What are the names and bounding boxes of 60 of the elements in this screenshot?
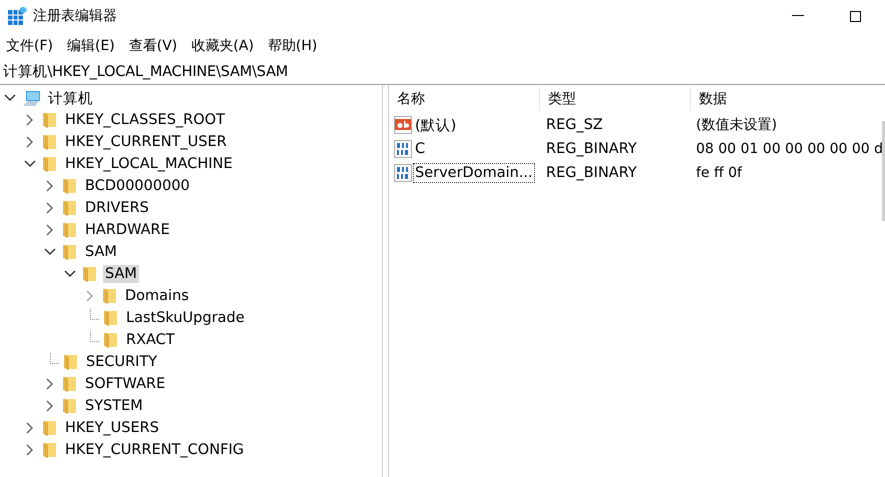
table-cell-text: REG_BINARY	[545, 141, 638, 157]
column-header[interactable]: 名称	[389, 87, 540, 111]
table-cell-text: REG_BINARY	[545, 165, 638, 181]
tree-item[interactable]: HKEY_CLASSES_ROOT	[0, 109, 382, 131]
folder-icon	[82, 266, 98, 282]
folder-icon	[63, 354, 79, 370]
folder-icon	[103, 310, 119, 326]
window-title: 注册表编辑器	[33, 7, 117, 25]
table-cell-text: 08 00 01 00 00 00 00 00 d	[695, 141, 884, 157]
table-cell-text: fe ff 0f	[695, 165, 742, 181]
tree-item[interactable]: SAM	[0, 241, 382, 263]
scrollbar[interactable]	[882, 121, 885, 221]
string-value-icon	[394, 116, 412, 134]
folder-icon	[103, 332, 119, 348]
tree-item[interactable]: HARDWARE	[0, 219, 382, 241]
registry-editor-icon	[8, 6, 27, 26]
folder-icon	[62, 398, 78, 414]
tree-item[interactable]: HKEY_CURRENT_CONFIG	[0, 439, 382, 461]
menu-item[interactable]: 查看(V)	[128, 37, 178, 55]
tree-item[interactable]: BCD00000000	[0, 175, 382, 197]
tree-item[interactable]: DRIVERS	[0, 197, 382, 219]
column-header[interactable]: 类型	[540, 87, 691, 111]
folder-icon	[42, 420, 58, 436]
table-cell-text: REG_SZ	[545, 117, 604, 133]
value-name[interactable]: (默认)	[413, 114, 458, 136]
folder-icon	[102, 288, 118, 304]
folder-icon	[42, 442, 58, 458]
menu-item[interactable]: 编辑(E)	[66, 37, 115, 55]
binary-value-icon	[394, 140, 412, 158]
tree-item[interactable]: RXACT	[0, 329, 382, 351]
column-header[interactable]: 数据	[691, 87, 841, 111]
tree-item[interactable]: HKEY_CURRENT_USER	[0, 131, 382, 153]
maximize-icon[interactable]	[850, 10, 861, 22]
folder-icon	[62, 222, 78, 238]
computer-icon	[22, 90, 41, 106]
tree-item[interactable]: SECURITY	[0, 351, 382, 373]
tree-item[interactable]: Domains	[0, 285, 382, 307]
value-name[interactable]: ServerDomain...	[413, 163, 535, 183]
tree-item[interactable]: HKEY_LOCAL_MACHINE	[0, 153, 382, 175]
tree-item[interactable]: SYSTEM	[0, 395, 382, 417]
tree-item[interactable]: SOFTWARE	[0, 373, 382, 395]
menu-item[interactable]: 帮助(H)	[268, 37, 318, 55]
folder-icon	[62, 376, 78, 392]
tree-item[interactable]: LastSkuUpgrade	[0, 307, 382, 329]
value-name[interactable]: C	[413, 139, 428, 159]
address-field[interactable]: 计算机\HKEY_LOCAL_MACHINE\SAM\SAM	[0, 60, 885, 85]
folder-icon	[62, 178, 78, 194]
tree-item[interactable]: 计算机	[0, 87, 382, 109]
folder-icon	[42, 112, 58, 128]
binary-value-icon	[394, 164, 412, 182]
tree-item[interactable]: HKEY_USERS	[0, 417, 382, 439]
menu-item[interactable]: 收藏夹(A)	[191, 37, 254, 55]
menu-item[interactable]: 文件(F)	[6, 37, 53, 55]
folder-icon	[42, 156, 58, 172]
minimize-icon[interactable]	[792, 15, 804, 17]
table-cell-text: (数值未设置)	[695, 116, 777, 134]
folder-icon	[62, 200, 78, 216]
folder-icon	[62, 244, 78, 260]
tree-item[interactable]: SAM	[0, 263, 382, 285]
folder-icon	[42, 134, 58, 150]
